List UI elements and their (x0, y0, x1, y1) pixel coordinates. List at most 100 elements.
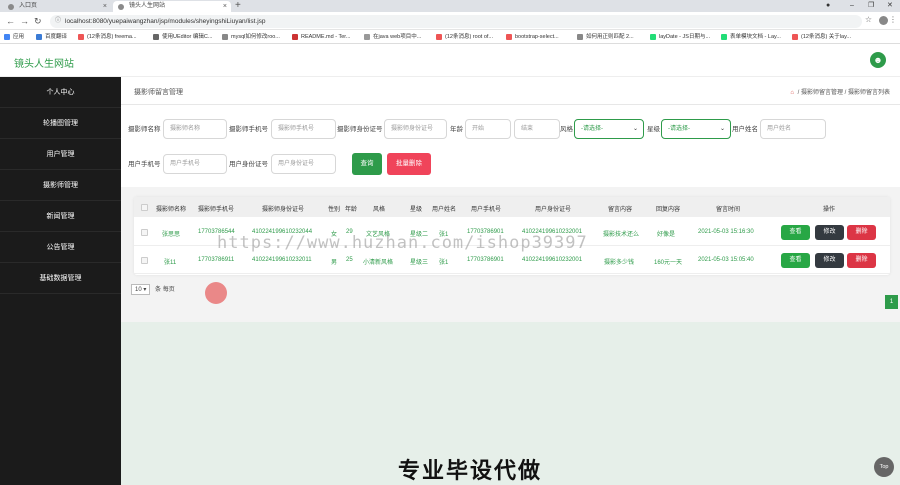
level-select[interactable]: -请选择- ⌄ (661, 119, 731, 139)
sidebar-item-carousel[interactable]: 轮播图管理 (0, 108, 121, 139)
view-button[interactable]: 查看 (781, 225, 810, 240)
reload-icon[interactable]: ↻ (34, 15, 42, 27)
sidebar-item-news[interactable]: 新闻管理 (0, 201, 121, 232)
column-header: 摄影师身份证号 (262, 207, 305, 213)
user-phone-input[interactable]: 用户手机号 (163, 154, 227, 174)
browser-tab-bar: 入口页 × 镜头人生网站 × + ● – ❐ ✕ (0, 0, 900, 12)
age-end-input[interactable]: 结束 (514, 119, 560, 139)
age-start-input[interactable]: 开始 (465, 119, 511, 139)
bookmark-item[interactable]: 应用 (4, 30, 24, 44)
row-checkbox[interactable] (141, 257, 148, 264)
site-brand[interactable]: 镜头人生网站 (14, 55, 74, 70)
photographer-id-input[interactable]: 摄影师身份证号 (384, 119, 447, 139)
sidebar: 个人中心 轮播图管理 用户管理 摄影师管理 新闻管理 公告管理 基础数据管理 (0, 77, 121, 485)
user-name-input[interactable]: 用户姓名 (760, 119, 826, 139)
breadcrumb-item: 摄影师留言列表 (847, 90, 890, 96)
forward-icon[interactable]: → (20, 15, 29, 27)
bookmark-item[interactable]: (12条消息) root of... (436, 30, 493, 44)
column-header: 留言内容 (608, 207, 633, 213)
close-tab-icon[interactable]: × (223, 1, 227, 12)
bookmark-item[interactable]: (12条消息) 关于lay... (792, 30, 851, 44)
label-user-phone: 用户手机号 (128, 161, 161, 168)
sidebar-item-personal-center[interactable]: 个人中心 (0, 77, 121, 108)
column-header: 摄影师手机号 (198, 207, 235, 213)
cursor-highlight (205, 282, 227, 304)
close-window-icon[interactable]: ✕ (887, 0, 893, 12)
page-title: 摄影师留言管理 (134, 89, 183, 96)
url-input[interactable]: ⓘ localhost:8080/yuepaiwangzhan/jsp/modu… (50, 15, 862, 28)
bookmark-item[interactable]: (12条消息) freema... (78, 30, 137, 44)
bookmark-item[interactable]: 在java web项目中... (364, 30, 421, 44)
column-header: 用户手机号 (471, 207, 502, 213)
column-header: 年龄 (345, 207, 358, 213)
sidebar-item-announcements[interactable]: 公告管理 (0, 232, 121, 263)
bookmark-item[interactable]: layDate - JS日期与... (650, 30, 710, 44)
cell-user-id-card: 410224199610232001 (522, 257, 583, 263)
profile-icon[interactable] (879, 16, 888, 25)
back-to-top-button[interactable]: Top (874, 457, 894, 477)
cell-style: 小清新风格 (363, 260, 394, 266)
watermark-text: https://www.huzhan.com/ishop39397 (217, 233, 588, 253)
chevron-down-icon: ⌄ (719, 126, 725, 132)
style-select-value: -请选择- (581, 126, 603, 132)
pagination-size: 10 ▾ 条 每页 (131, 284, 175, 295)
photographer-phone-input[interactable]: 摄影师手机号 (271, 119, 336, 139)
user-avatar-icon[interactable]: ☻ (870, 52, 886, 68)
bookmark-item[interactable]: 使用UEditor 编辑C... (153, 30, 212, 44)
query-button[interactable]: 查询 (352, 153, 382, 175)
edit-button[interactable]: 修改 (815, 225, 844, 240)
browser-tab-active[interactable]: 镜头人生网站 × (113, 1, 231, 12)
breadcrumb-item[interactable]: 摄影师留言管理 (801, 90, 843, 96)
cell-age: 25 (346, 257, 353, 263)
browser-tab-entry[interactable]: 入口页 × (3, 1, 111, 12)
page-button-current[interactable]: 1 (885, 295, 898, 309)
page-icon (650, 34, 656, 40)
page-size-select[interactable]: 10 ▾ (131, 284, 151, 295)
maximize-icon[interactable]: ❐ (868, 0, 874, 12)
new-tab-icon[interactable]: + (235, 0, 241, 11)
cell-user-name: 张1 (439, 260, 449, 266)
csdn-icon (78, 34, 84, 40)
tab-search-icon[interactable]: ● (826, 0, 830, 12)
sidebar-item-photographers[interactable]: 摄影师管理 (0, 170, 121, 201)
view-button[interactable]: 查看 (781, 253, 810, 268)
label-user-name: 用户姓名 (732, 126, 758, 133)
banner-text: 专业毕设代做 (398, 458, 543, 483)
cell-message: 摄影技术还么 (603, 232, 640, 238)
close-tab-icon[interactable]: × (103, 1, 107, 12)
bookmark-item[interactable]: mysql如何修改roo... (222, 30, 280, 44)
delete-button[interactable]: 删除 (847, 225, 876, 240)
user-id-input[interactable]: 用户身份证号 (271, 154, 336, 174)
bookmark-item[interactable]: 百度翻译 (36, 30, 67, 44)
page-size-label: 条 每页 (155, 287, 175, 293)
page-icon (364, 34, 370, 40)
edit-button[interactable]: 修改 (815, 253, 844, 268)
search-form: 摄影师名称 摄影师名称 摄影师手机号 摄影师手机号 摄影师身份证号 摄影师身份证… (121, 105, 900, 187)
back-icon[interactable]: ← (6, 15, 15, 27)
bookmark-item[interactable]: 表单模块文档 - Lay... (721, 30, 781, 44)
style-select[interactable]: -请选择- ⌄ (574, 119, 644, 139)
batch-delete-button[interactable]: 批量删除 (387, 153, 431, 175)
page-header: 摄影师留言管理 ⌂ / 摄影师留言管理 / 摄影师留言列表 (121, 77, 900, 105)
minimize-icon[interactable]: – (850, 0, 854, 12)
chevron-down-icon: ⌄ (632, 126, 638, 132)
bookmark-star-icon[interactable]: ☆ (865, 15, 872, 24)
bookmark-item[interactable]: README.md - Ter... (292, 30, 350, 44)
breadcrumb: ⌂ / 摄影师留言管理 / 摄影师留言列表 (790, 87, 890, 96)
cell-name: 张思思 (162, 232, 181, 238)
page-icon (577, 34, 583, 40)
app-header: 镜头人生网站 ☻ (0, 45, 900, 77)
sidebar-item-users[interactable]: 用户管理 (0, 139, 121, 170)
home-icon[interactable]: ⌂ (790, 90, 794, 96)
photographer-name-input[interactable]: 摄影师名称 (163, 119, 227, 139)
sidebar-item-basic-data[interactable]: 基础数据管理 (0, 263, 121, 294)
row-checkbox[interactable] (141, 229, 148, 236)
delete-button[interactable]: 删除 (847, 253, 876, 268)
bookmark-item[interactable]: 如何用正则匹配 2... (577, 30, 634, 44)
kebab-menu-icon[interactable]: ⋮ (889, 15, 897, 24)
select-all-checkbox[interactable] (141, 204, 148, 211)
browser-tab-label: 入口页 (19, 3, 38, 9)
main-content: 摄影师留言管理 ⌂ / 摄影师留言管理 / 摄影师留言列表 摄影师名称 摄影师名… (121, 77, 900, 485)
label-level: 星级 (647, 126, 660, 133)
bookmark-item[interactable]: bootstrap-select... (506, 30, 559, 44)
